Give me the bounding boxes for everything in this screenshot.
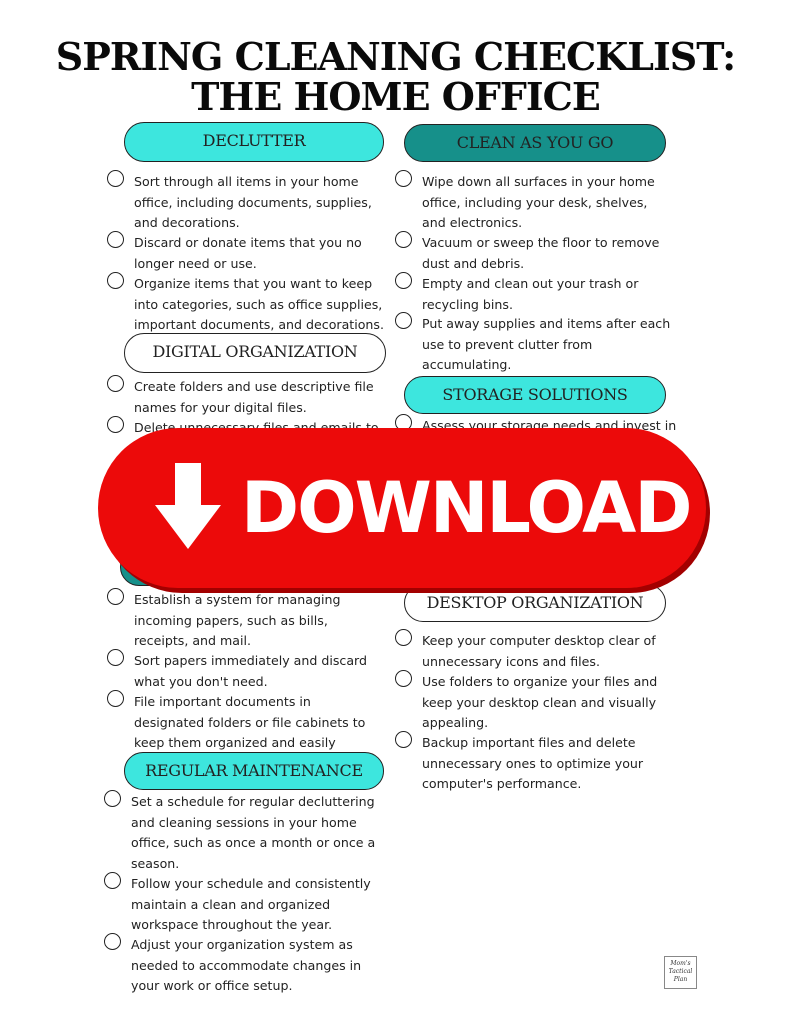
list-item[interactable]: Discard or donate items that you no long… (107, 231, 384, 274)
title-line-1: SPRING CLEANING CHECKLIST: (55, 34, 736, 79)
list-item[interactable]: Wipe down all surfaces in your home offi… (395, 170, 672, 234)
checkbox-circle[interactable] (107, 588, 124, 605)
section-desktop-organization: DESKTOP ORGANIZATION (404, 584, 666, 622)
title-line-2: THE HOME OFFICE (191, 74, 601, 119)
checkbox-circle[interactable] (395, 670, 412, 687)
list-item[interactable]: Sort through all items in your home offi… (107, 170, 384, 234)
list-item[interactable]: Put away supplies and items after each u… (395, 312, 672, 376)
item-text: Establish a system for managing incoming… (134, 592, 341, 648)
list-item[interactable]: Empty and clean out your trash or recycl… (395, 272, 672, 315)
download-button[interactable]: DOWNLOAD (98, 428, 706, 588)
checkbox-circle[interactable] (395, 231, 412, 248)
checkbox-circle[interactable] (107, 170, 124, 187)
item-text: Organize items that you want to keep int… (134, 276, 384, 332)
section-regular-maintenance: REGULAR MAINTENANCE (124, 752, 384, 790)
checkbox-circle[interactable] (107, 416, 124, 433)
item-text: Backup important files and delete unnece… (422, 735, 644, 791)
checkbox-circle[interactable] (395, 731, 412, 748)
logo-text: Mom's Tactical Plan (668, 960, 693, 983)
item-text: Sort papers immediately and discard what… (134, 653, 367, 689)
item-text: Vacuum or sweep the floor to remove dust… (422, 235, 660, 271)
checklist-page: SPRING CLEANING CHECKLIST: THE HOME OFFI… (0, 0, 791, 1024)
checkbox-circle[interactable] (107, 272, 124, 289)
section-digital-organization: DIGITAL ORGANIZATION (124, 333, 386, 373)
checkbox-circle[interactable] (107, 649, 124, 666)
checkbox-circle[interactable] (395, 272, 412, 289)
item-text: Keep your computer desktop clear of unne… (422, 633, 656, 669)
list-item[interactable]: Set a schedule for regular decluttering … (104, 790, 381, 874)
checkbox-circle[interactable] (107, 375, 124, 392)
section-storage-solutions: STORAGE SOLUTIONS (404, 376, 666, 414)
item-text: Discard or donate items that you no long… (134, 235, 362, 271)
checkbox-circle[interactable] (104, 933, 121, 950)
arrow-down-icon (155, 463, 221, 549)
list-item[interactable]: Vacuum or sweep the floor to remove dust… (395, 231, 672, 274)
item-text: Adjust your organization system as neede… (131, 937, 362, 993)
download-label: DOWNLOAD (241, 467, 692, 549)
checkbox-circle[interactable] (395, 629, 412, 646)
item-text: Follow your schedule and consistently ma… (131, 876, 371, 932)
checkbox-circle[interactable] (104, 790, 121, 807)
item-text: Sort through all items in your home offi… (134, 174, 372, 230)
list-item[interactable]: Follow your schedule and consistently ma… (104, 872, 381, 936)
list-item[interactable]: Sort papers immediately and discard what… (107, 649, 384, 692)
checkbox-circle[interactable] (395, 170, 412, 187)
section-clean-as-you-go: CLEAN AS YOU GO (404, 124, 666, 162)
section-declutter: DECLUTTER (124, 122, 384, 162)
list-item[interactable]: Create folders and use descriptive file … (107, 375, 384, 418)
list-item[interactable]: Keep your computer desktop clear of unne… (395, 629, 672, 672)
checkbox-circle[interactable] (395, 312, 412, 329)
checkbox-circle[interactable] (107, 690, 124, 707)
item-text: Use folders to organize your files and k… (422, 674, 658, 730)
item-text: Create folders and use descriptive file … (134, 379, 374, 415)
item-text: Empty and clean out your trash or recycl… (422, 276, 639, 312)
list-item[interactable]: Organize items that you want to keep int… (107, 272, 384, 336)
item-text: Wipe down all surfaces in your home offi… (422, 174, 655, 230)
list-item[interactable]: Backup important files and delete unnece… (395, 731, 672, 795)
item-text: Set a schedule for regular decluttering … (131, 794, 376, 871)
item-text: Put away supplies and items after each u… (422, 316, 671, 372)
list-item[interactable]: Establish a system for managing incoming… (107, 588, 384, 652)
brand-logo: Mom's Tactical Plan (664, 956, 697, 989)
checkbox-circle[interactable] (104, 872, 121, 889)
list-item[interactable]: Use folders to organize your files and k… (395, 670, 672, 734)
checkbox-circle[interactable] (107, 231, 124, 248)
list-item[interactable]: Adjust your organization system as neede… (104, 933, 381, 997)
